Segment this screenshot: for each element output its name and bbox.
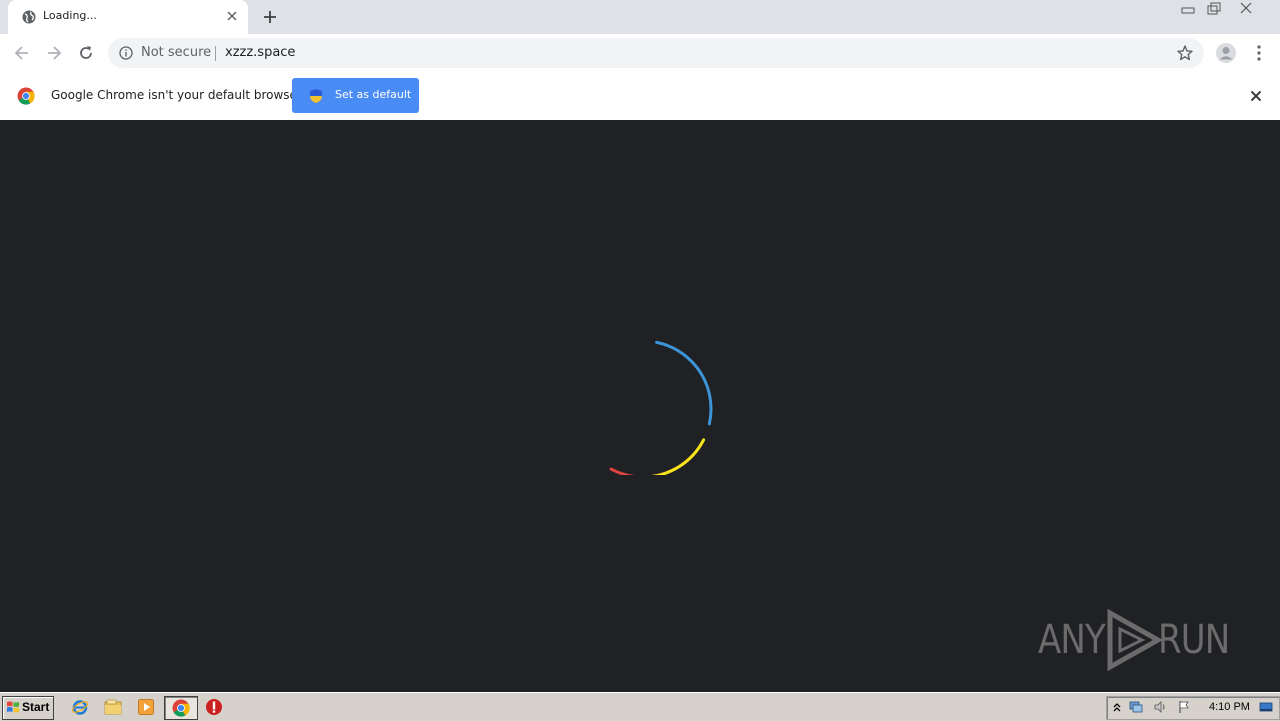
internet-explorer-icon[interactable] bbox=[71, 698, 89, 716]
chrome-taskbar-icon bbox=[172, 699, 190, 717]
window-controls bbox=[1174, 0, 1266, 18]
browser-toolbar: Not secure xzzz.space bbox=[0, 34, 1280, 73]
infobar-message: Google Chrome isn't your default browser bbox=[51, 88, 302, 102]
start-label: Start bbox=[22, 700, 50, 714]
play-logo-icon bbox=[1107, 609, 1164, 671]
address-bar[interactable]: Not secure xzzz.space bbox=[108, 38, 1204, 68]
stop-sign-icon[interactable] bbox=[205, 698, 223, 716]
url-text[interactable]: xzzz.space bbox=[225, 45, 295, 60]
show-hidden-icons-icon[interactable] bbox=[1110, 700, 1124, 714]
tab-title: Loading... bbox=[43, 9, 97, 22]
info-icon[interactable] bbox=[119, 46, 133, 60]
windows-flag-icon bbox=[7, 701, 19, 713]
network-icon[interactable] bbox=[1129, 700, 1143, 714]
globe-icon bbox=[22, 10, 36, 24]
forward-arrow-icon[interactable] bbox=[44, 43, 64, 63]
windows-taskbar: Start 4:10 PM bbox=[0, 692, 1280, 721]
taskbar-clock[interactable]: 4:10 PM bbox=[1209, 701, 1250, 713]
minimize-icon[interactable] bbox=[1174, 0, 1202, 18]
security-status[interactable]: Not secure bbox=[141, 45, 211, 60]
file-explorer-icon[interactable] bbox=[104, 698, 122, 716]
uac-shield-icon bbox=[310, 89, 322, 103]
page-content: ANY RUN bbox=[0, 120, 1280, 692]
new-tab-icon[interactable] bbox=[260, 7, 280, 27]
omnibox-divider bbox=[215, 46, 216, 61]
set-as-default-button[interactable]: Set as default bbox=[292, 78, 419, 113]
anyrun-watermark: ANY RUN bbox=[1038, 607, 1238, 671]
tab-active[interactable]: Loading... bbox=[8, 0, 248, 34]
watermark-text-right: RUN bbox=[1158, 617, 1230, 663]
show-desktop-icon[interactable] bbox=[1259, 700, 1273, 714]
restore-icon[interactable] bbox=[1200, 0, 1228, 18]
loading-spinner bbox=[573, 339, 713, 475]
watermark-text-left: ANY bbox=[1038, 617, 1106, 663]
taskbar-chrome-active[interactable] bbox=[164, 696, 198, 720]
chrome-logo-icon bbox=[17, 87, 35, 105]
spinner-arc-blue bbox=[573, 339, 713, 475]
set-as-default-label: Set as default bbox=[335, 88, 412, 101]
profile-avatar-icon[interactable] bbox=[1215, 42, 1237, 64]
start-button[interactable]: Start bbox=[2, 696, 54, 720]
tab-strip: Loading... bbox=[0, 0, 1280, 34]
action-center-flag-icon[interactable] bbox=[1177, 700, 1191, 714]
close-infobar-icon[interactable] bbox=[1248, 88, 1264, 104]
default-browser-infobar: Google Chrome isn't your default browser… bbox=[0, 72, 1280, 121]
volume-icon[interactable] bbox=[1153, 700, 1167, 714]
reload-icon[interactable] bbox=[76, 43, 96, 63]
media-player-icon[interactable] bbox=[137, 698, 155, 716]
close-window-icon[interactable] bbox=[1232, 0, 1260, 18]
more-menu-icon[interactable] bbox=[1251, 42, 1267, 64]
close-tab-icon[interactable] bbox=[224, 8, 240, 24]
bookmark-star-icon[interactable] bbox=[1176, 44, 1194, 62]
back-arrow-icon[interactable] bbox=[12, 43, 32, 63]
system-tray: 4:10 PM bbox=[1106, 696, 1280, 720]
